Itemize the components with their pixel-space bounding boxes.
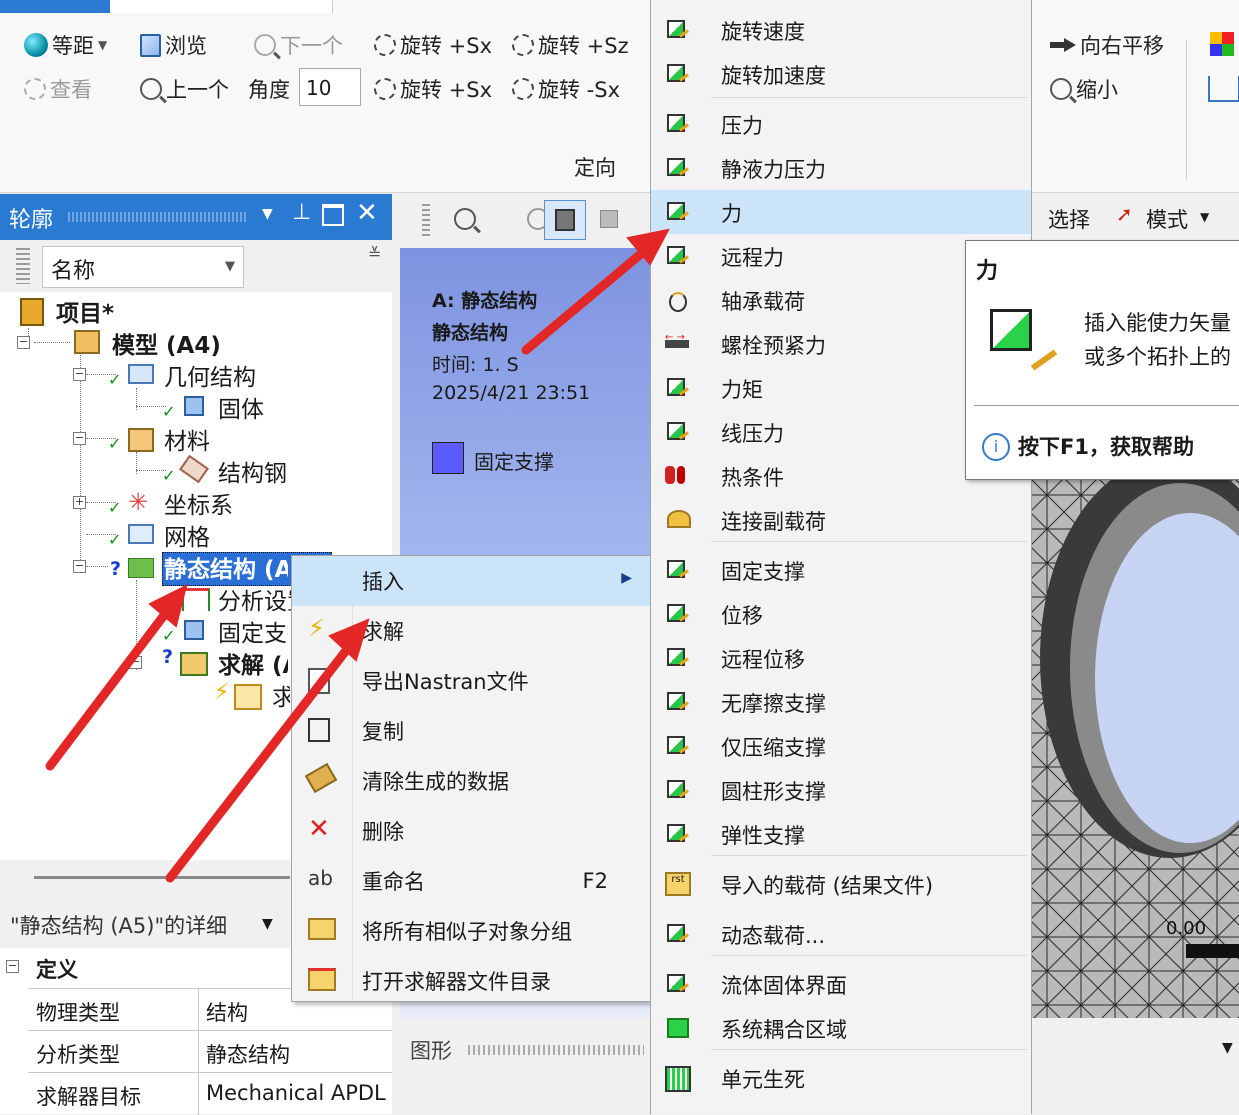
arrow-to-force bbox=[521, 243, 653, 355]
arrow-to-static-node bbox=[45, 605, 173, 771]
arrow-to-insert bbox=[165, 643, 353, 883]
annotation-arrows bbox=[45, 228, 670, 883]
